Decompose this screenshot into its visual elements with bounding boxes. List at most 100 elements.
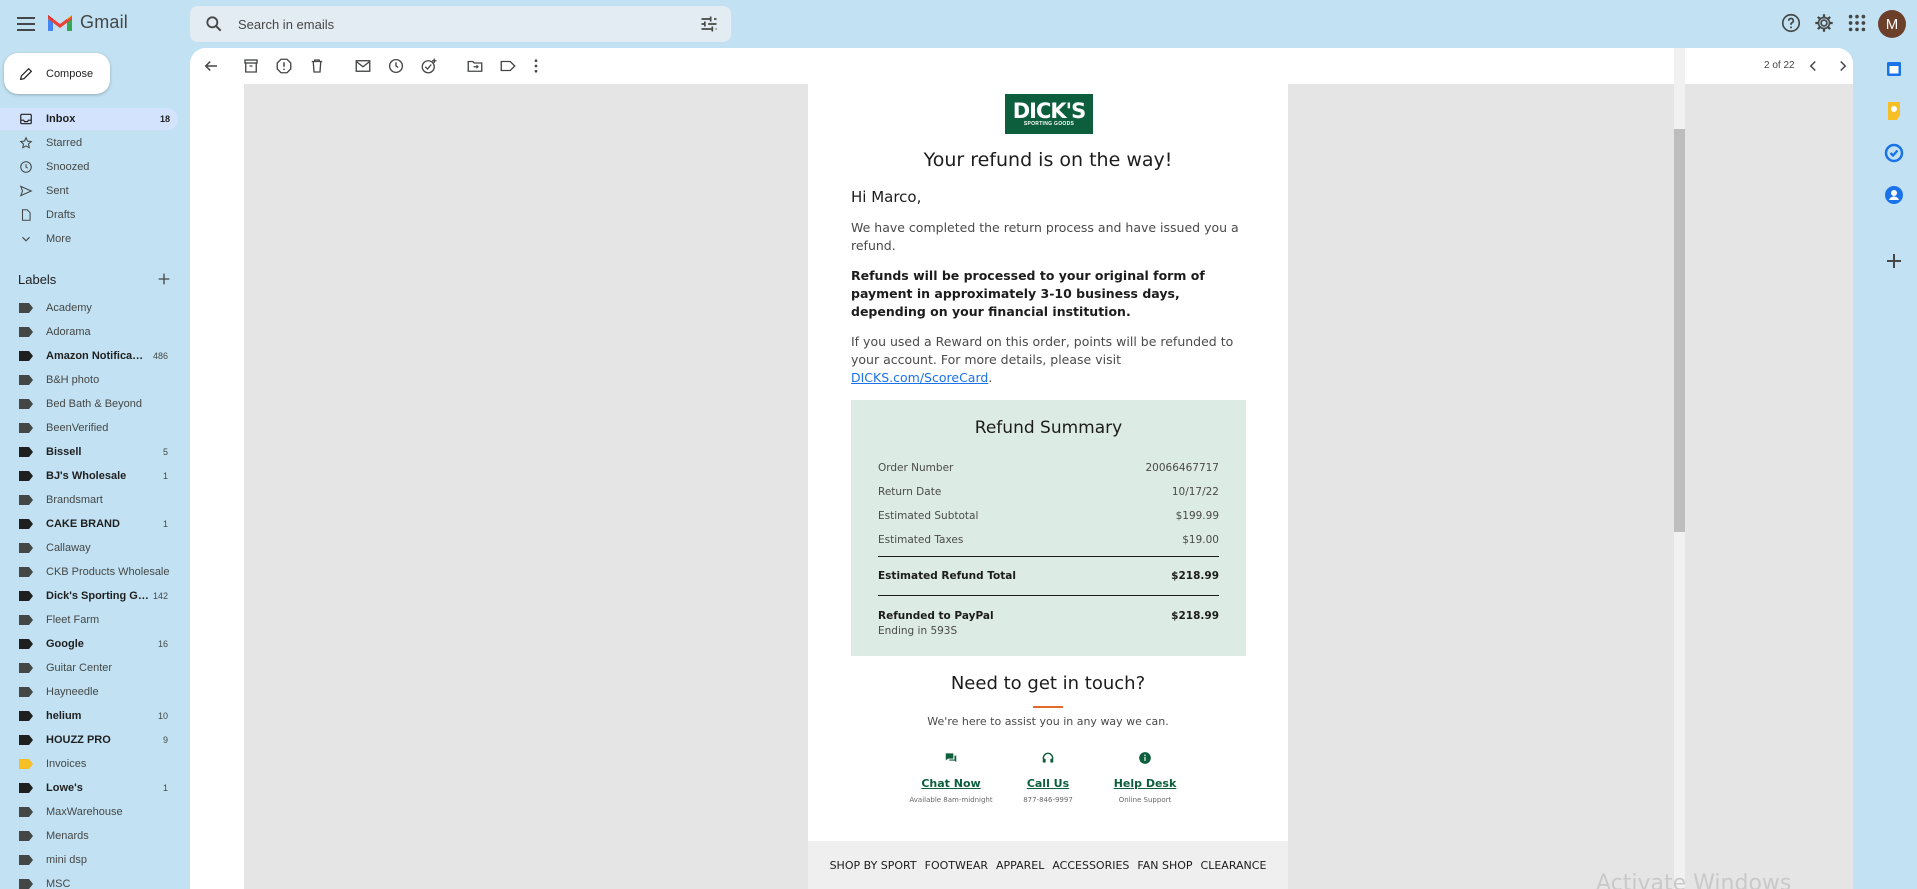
label-item[interactable]: Academy (0, 297, 178, 319)
search-options-icon[interactable] (699, 14, 719, 34)
chevron-right-icon[interactable] (1834, 57, 1852, 75)
snooze-clock-icon[interactable] (387, 57, 405, 75)
more-vert-icon[interactable] (527, 57, 545, 75)
footer-link-clearance[interactable]: CLEARANCE (1201, 859, 1267, 872)
label-item[interactable]: Bissell 5 (0, 441, 178, 463)
label-item[interactable]: MSC (0, 873, 178, 889)
footer-link-footwear[interactable]: FOOTWEAR (925, 859, 988, 872)
label-tag-icon (19, 351, 33, 361)
compose-button[interactable]: Compose (4, 53, 110, 94)
summary-row-refunded: Refunded to PayPal $218.99 (878, 610, 1219, 622)
nav-item-sent[interactable]: Sent (0, 180, 178, 202)
label-item[interactable]: Fleet Farm (0, 609, 178, 631)
apps-grid-icon[interactable] (1846, 12, 1868, 34)
contacts-icon[interactable] (1882, 183, 1906, 207)
label-tag-icon (19, 567, 33, 577)
label-item[interactable]: Guitar Center (0, 657, 178, 679)
label-item[interactable]: Google 16 (0, 633, 178, 655)
calendar-icon[interactable] (1882, 57, 1906, 81)
keep-notes-icon[interactable] (1882, 99, 1906, 123)
nav-item-drafts[interactable]: Drafts (0, 204, 178, 226)
label-item[interactable]: Menards (0, 825, 178, 847)
help-desk-sub: Online Support (1118, 796, 1172, 804)
rewards-text: If you used a Reward on this order, poin… (851, 334, 1234, 367)
label-item[interactable]: B&H photo (0, 369, 178, 391)
label-item[interactable]: Bed Bath & Beyond (0, 393, 178, 415)
chevron-down-icon (22, 236, 30, 242)
nav-item-starred[interactable]: Starred (0, 132, 178, 154)
get-in-touch-subtitle: We're here to assist you in any way we c… (927, 715, 1169, 728)
search-icon[interactable] (204, 14, 224, 34)
label-item[interactable]: MaxWarehouse (0, 801, 178, 823)
label-item[interactable]: Hayneedle (0, 681, 178, 703)
label-item[interactable]: Invoices (0, 753, 178, 775)
help-icon[interactable] (1780, 12, 1802, 34)
label-item[interactable]: Adorama (0, 321, 178, 343)
footer-link-accessories[interactable]: ACCESSORIES (1052, 859, 1129, 872)
label-item[interactable]: Amazon Notifica… 486 (0, 345, 178, 367)
dicks-logo[interactable]: DICK'S SPORTING GOODS (1005, 94, 1093, 134)
add-label-icon[interactable] (156, 271, 172, 287)
archive-icon[interactable] (242, 57, 260, 75)
nav-item-more[interactable]: More (0, 228, 178, 250)
label-item[interactable]: Brandsmart (0, 489, 178, 511)
label-count: 16 (157, 639, 168, 649)
mark-unread-icon[interactable] (354, 57, 372, 75)
settings-gear-icon[interactable] (1813, 12, 1835, 34)
footer-link-shop-by-sport[interactable]: SHOP BY SPORT (830, 859, 917, 872)
label-item[interactable]: BeenVerified (0, 417, 178, 439)
chevron-left-icon[interactable] (1804, 57, 1822, 75)
label-name: Bissell (46, 446, 82, 458)
compose-label: Compose (46, 67, 94, 80)
gmail-logo[interactable]: Gmail (46, 11, 128, 33)
account-avatar[interactable]: M (1878, 10, 1906, 38)
report-spam-icon[interactable] (275, 57, 293, 75)
footer-link-apparel[interactable]: APPAREL (996, 859, 1044, 872)
label-tag-icon[interactable] (499, 57, 517, 75)
paragraph-refund-timing: Refunds will be processed to your origin… (851, 268, 1205, 319)
label-tag-icon (19, 375, 33, 385)
labels-header: Labels (18, 272, 57, 287)
add-addon-plus-icon[interactable] (1882, 249, 1906, 273)
back-arrow-icon[interactable] (202, 57, 220, 75)
label-item[interactable]: CAKE BRAND 1 (0, 513, 178, 535)
label-name: BJ's Wholesale (46, 470, 127, 482)
label-name: Menards (46, 830, 89, 842)
search-input[interactable] (238, 16, 678, 32)
scrollbar-thumb[interactable] (1674, 129, 1685, 532)
label-tag-icon (19, 471, 33, 481)
label-item[interactable]: HOUZZ PRO 9 (0, 729, 178, 751)
gmail-m-icon (48, 15, 72, 31)
contact-call[interactable]: Call Us 877-846-9997 (998, 751, 1098, 804)
main-menu-icon[interactable] (14, 12, 38, 36)
footer-link-fan-shop[interactable]: FAN SHOP (1137, 859, 1192, 872)
search-bar[interactable] (190, 6, 731, 42)
send-icon (19, 185, 33, 197)
email-body: DICK'S SPORTING GOODS Your refund is on … (808, 84, 1288, 889)
nav-item-inbox[interactable]: Inbox 18 (0, 108, 178, 130)
move-to-folder-icon[interactable] (466, 57, 484, 75)
add-to-tasks-icon[interactable] (420, 57, 438, 75)
nav-item-snoozed[interactable]: Snoozed (0, 156, 178, 178)
label-item[interactable]: helium 10 (0, 705, 178, 727)
label-count: 5 (162, 447, 168, 457)
row-value: $199.99 (1175, 510, 1219, 522)
scorecard-link[interactable]: DICKS.com/ScoreCard (851, 370, 988, 385)
chat-now-link[interactable]: Chat Now (901, 777, 1001, 790)
paragraph-rewards: If you used a Reward on this order, poin… (851, 333, 1251, 387)
delete-trash-icon[interactable] (308, 57, 326, 75)
call-us-link[interactable]: Call Us (998, 777, 1098, 790)
help-desk-link[interactable]: Help Desk (1095, 777, 1195, 790)
label-item[interactable]: Callaway (0, 537, 178, 559)
tasks-icon[interactable] (1882, 141, 1906, 165)
label-tag-icon (19, 447, 33, 457)
label-item[interactable]: CKB Products Wholesale (0, 561, 178, 583)
label-count: 1 (162, 471, 168, 481)
label-item[interactable]: BJ's Wholesale 1 (0, 465, 178, 487)
chat-hours: Available 8am-midnight (909, 796, 993, 804)
contact-help-desk[interactable]: Help Desk Online Support (1095, 751, 1195, 804)
contact-chat[interactable]: Chat Now Available 8am-midnight (901, 751, 1001, 804)
label-item[interactable]: Dick's Sporting G… 142 (0, 585, 178, 607)
label-item[interactable]: mini dsp (0, 849, 178, 871)
label-item[interactable]: Lowe's 1 (0, 777, 178, 799)
